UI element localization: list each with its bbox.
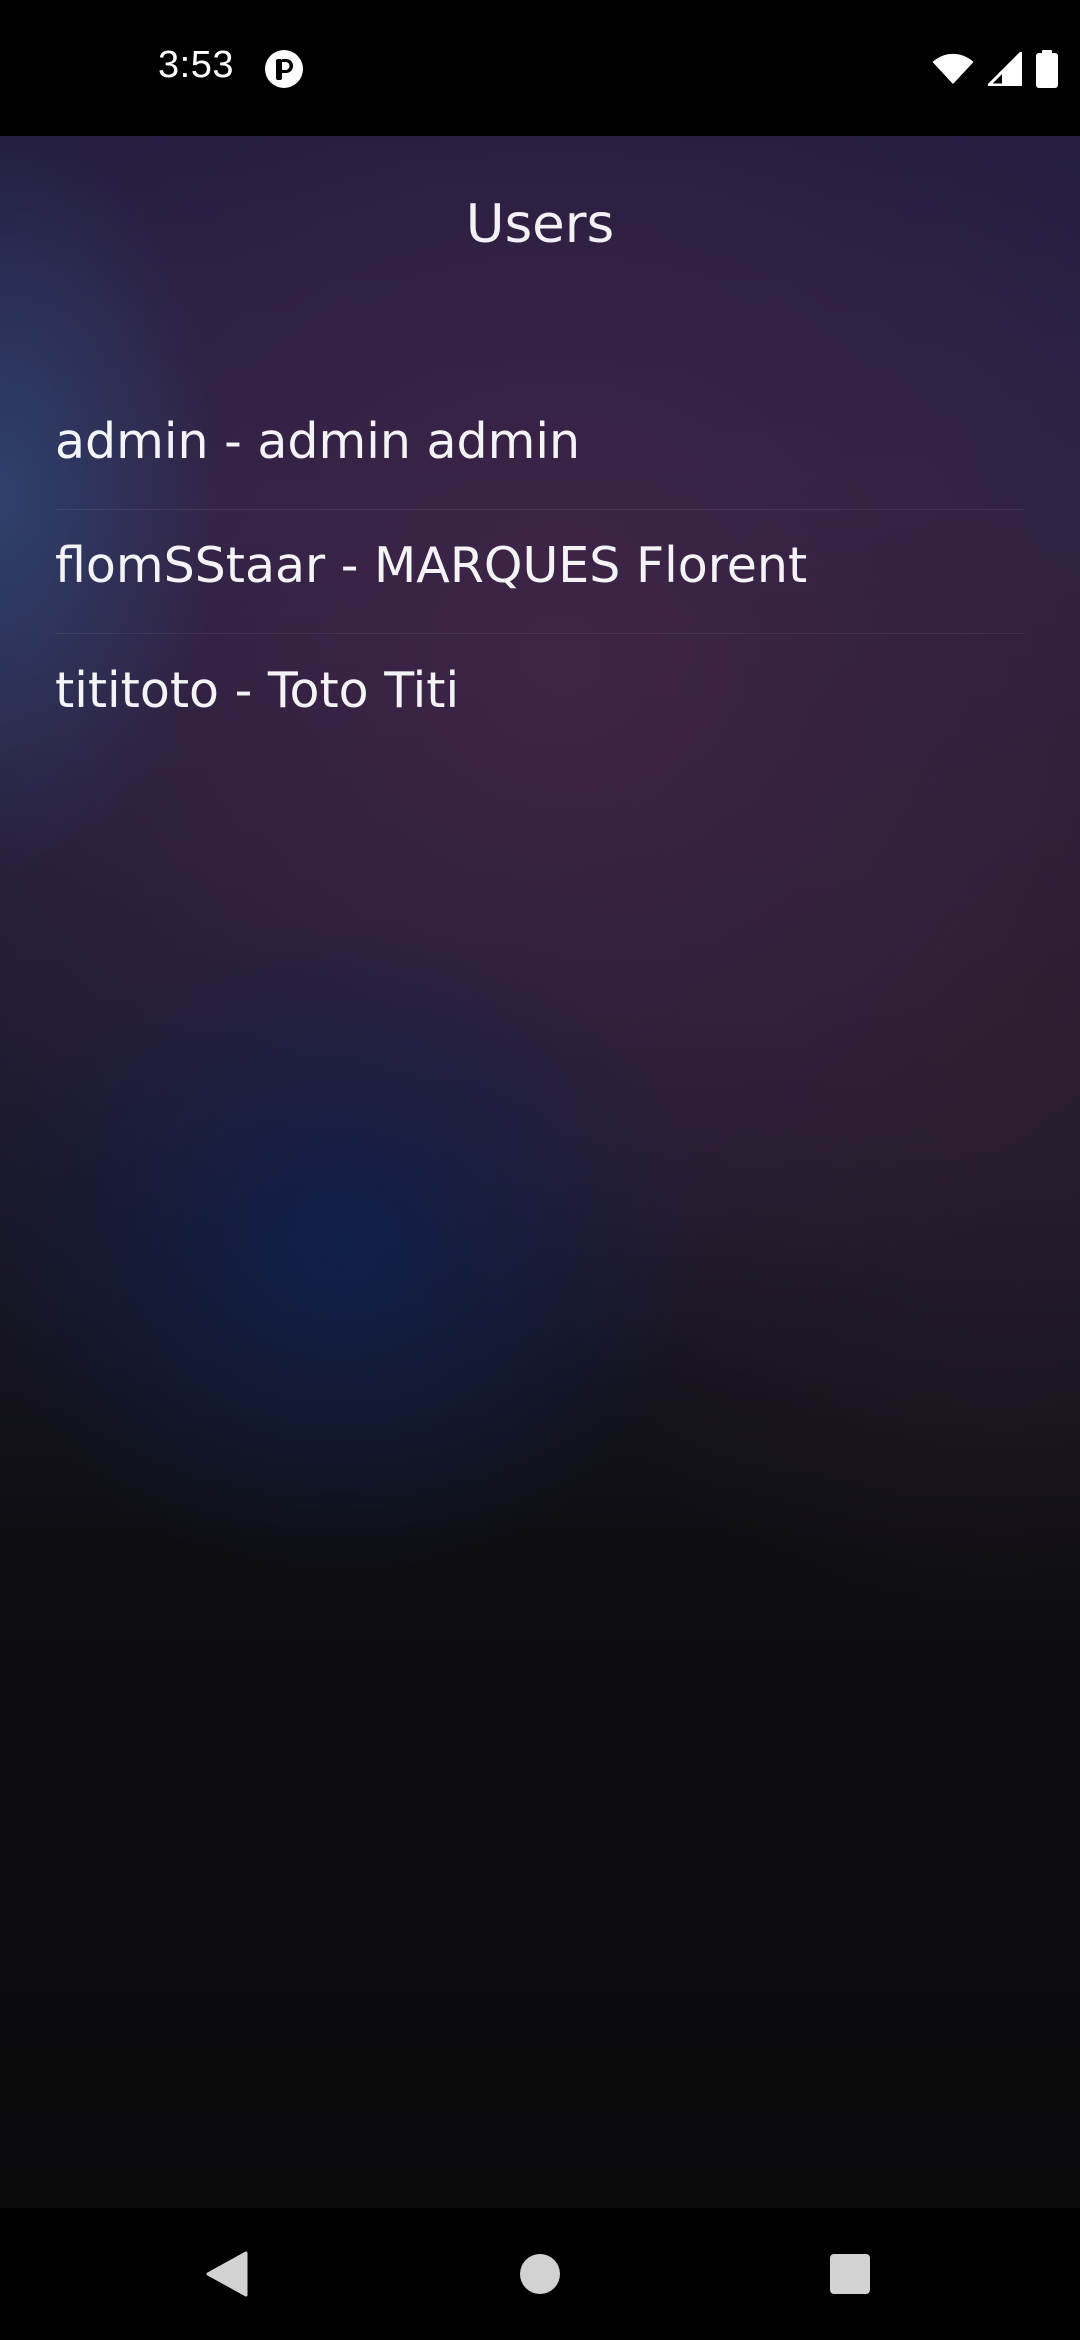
main-content: Users admin - admin admin flomSStaar - M… [0, 136, 1080, 2208]
app-notification-icon [265, 50, 303, 88]
user-item-label: flomSStaar - MARQUES Florent [55, 537, 808, 594]
battery-icon [1036, 50, 1058, 88]
user-list-item[interactable]: tititoto - Toto Titi [55, 634, 1025, 758]
status-bar: 3:53 [0, 0, 1080, 136]
recents-icon [830, 2254, 870, 2294]
navigation-bar [0, 2208, 1080, 2340]
screen: 3:53 Users admin - admin admin flomSStaa… [0, 0, 1080, 2340]
page-title: Users [465, 194, 615, 255]
recents-button[interactable] [770, 2208, 930, 2340]
user-list-item[interactable]: flomSStaar - MARQUES Florent [55, 510, 1025, 634]
user-list: admin - admin admin flomSStaar - MARQUES… [55, 386, 1025, 758]
signal-icon [988, 52, 1022, 86]
status-icons [932, 48, 1058, 90]
back-button[interactable] [146, 2208, 306, 2340]
home-icon [520, 2254, 560, 2294]
user-item-label: tititoto - Toto Titi [55, 661, 460, 719]
wifi-icon [932, 53, 974, 84]
status-time: 3:53 [158, 44, 234, 86]
back-icon [206, 2251, 248, 2297]
user-list-item[interactable]: admin - admin admin [55, 386, 1025, 510]
user-item-label: admin - admin admin [55, 413, 581, 470]
home-button[interactable] [460, 2208, 620, 2340]
